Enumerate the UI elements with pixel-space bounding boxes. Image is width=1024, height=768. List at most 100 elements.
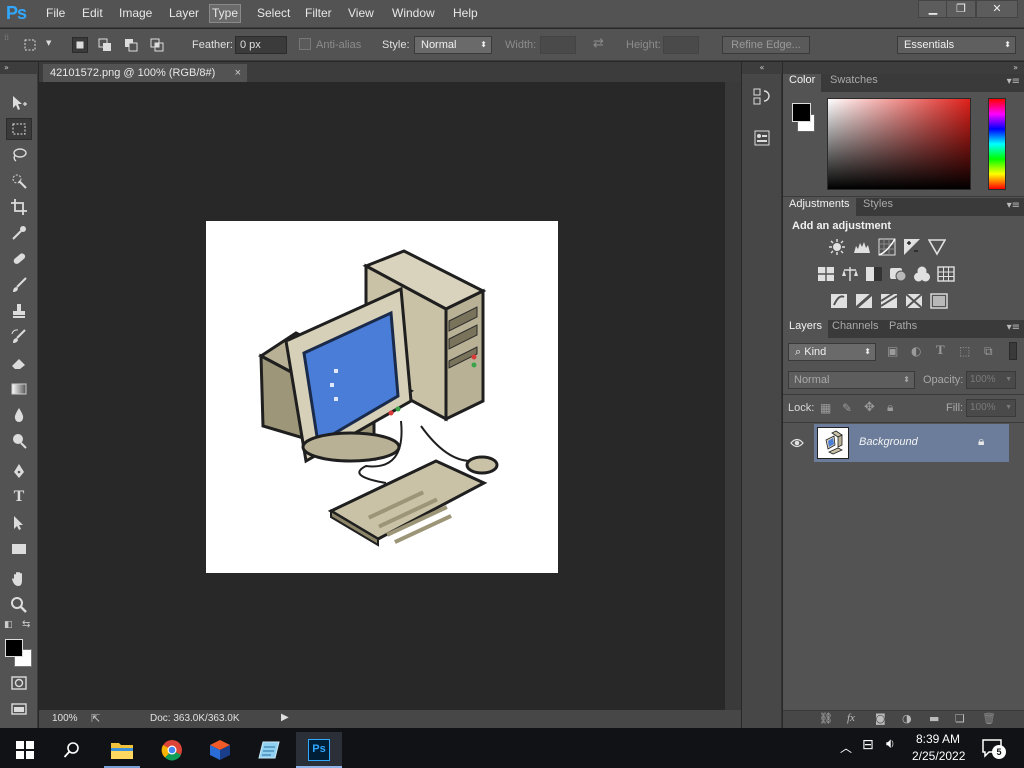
restore-button[interactable]: ❐ [946, 0, 976, 18]
healing-brush-tool[interactable] [6, 248, 32, 270]
menu-file[interactable]: File [46, 6, 65, 20]
color-balance-icon[interactable] [841, 265, 859, 283]
menu-help[interactable]: Help [453, 6, 478, 20]
new-adjustment-layer-icon[interactable]: ◑ [902, 712, 912, 725]
taskbar-notes-app[interactable] [246, 732, 292, 768]
pen-tool[interactable] [6, 460, 32, 482]
minimize-button[interactable]: ▁ [918, 0, 948, 18]
menu-edit[interactable]: Edit [82, 6, 103, 20]
gradient-tool[interactable] [6, 378, 32, 400]
close-tab-icon[interactable]: × [235, 64, 241, 82]
new-selection-icon[interactable] [72, 37, 88, 53]
menu-filter[interactable]: Filter [305, 6, 332, 20]
menu-layer[interactable]: Layer [169, 6, 199, 20]
menu-type[interactable]: Type [209, 4, 242, 23]
layer-filter-select[interactable]: ⌕ Kind ⬍ [788, 343, 876, 361]
anti-alias-checkbox[interactable] [299, 38, 311, 50]
lock-all-icon[interactable]: 🔒︎ [887, 400, 893, 415]
export-icon[interactable]: ⇱ [91, 712, 100, 725]
taskbar-3d-app[interactable] [197, 732, 243, 768]
quick-selection-tool[interactable] [6, 170, 32, 192]
vertical-scrollbar[interactable] [725, 82, 741, 710]
new-group-icon[interactable]: ▬ [929, 712, 939, 725]
menu-window[interactable]: Window [392, 6, 435, 20]
crop-tool[interactable] [6, 196, 32, 218]
hue-saturation-icon[interactable] [817, 265, 835, 283]
lock-paint-icon[interactable]: ✎ [842, 401, 852, 415]
properties-panel-icon[interactable] [752, 128, 772, 150]
new-layer-icon[interactable]: ❏ [955, 712, 965, 725]
tab-layers[interactable]: Layers [783, 320, 829, 338]
height-input[interactable] [663, 36, 699, 54]
panel-menu-icon[interactable]: ▾≡ [1007, 322, 1020, 333]
threshold-icon[interactable] [880, 292, 898, 310]
taskbar-search-button[interactable] [49, 732, 95, 768]
clone-stamp-tool[interactable] [6, 300, 32, 322]
tab-swatches[interactable]: Swatches [824, 74, 884, 92]
taskbar-photoshop[interactable]: Ps [296, 732, 342, 768]
fx-icon[interactable]: fx [847, 712, 855, 724]
blend-mode-select[interactable]: Normal ⬍ [788, 371, 915, 389]
foreground-color-swatch[interactable] [5, 639, 23, 657]
refine-edge-button[interactable]: Refine Edge... [722, 36, 810, 54]
start-button[interactable] [2, 732, 48, 768]
levels-icon[interactable] [853, 238, 871, 256]
curves-icon[interactable] [878, 238, 896, 256]
close-window-button[interactable]: ✕ [976, 0, 1018, 18]
vibrance-icon[interactable] [928, 238, 946, 256]
hue-slider[interactable] [988, 98, 1006, 190]
eraser-tool[interactable] [6, 352, 32, 374]
posterize-icon[interactable] [855, 292, 873, 310]
zoom-tool[interactable] [6, 594, 32, 616]
filter-shape-icon[interactable]: ⬚ [959, 344, 970, 358]
blur-tool[interactable] [6, 404, 32, 426]
screen-mode-button[interactable] [6, 698, 32, 720]
status-menu-arrow-icon[interactable]: ▶ [281, 712, 289, 723]
fill-input[interactable]: 100% ▼ [966, 399, 1016, 417]
history-brush-tool[interactable] [6, 326, 32, 348]
photo-filter-icon[interactable] [889, 265, 907, 283]
lock-transparent-icon[interactable]: ▦ [820, 401, 831, 415]
color-lookup-icon[interactable] [937, 265, 955, 283]
add-to-selection-icon[interactable] [97, 37, 113, 53]
path-selection-tool[interactable] [6, 512, 32, 534]
color-spectrum-field[interactable] [827, 98, 971, 190]
intersect-selection-icon[interactable] [149, 37, 165, 53]
link-layers-icon[interactable]: ⛓ [819, 712, 833, 725]
brightness-contrast-icon[interactable] [828, 238, 846, 256]
layer-visibility-toggle[interactable] [783, 424, 811, 462]
swap-dimensions-icon[interactable]: ⇄ [593, 36, 604, 51]
exposure-icon[interactable] [903, 238, 921, 256]
tab-adjustments[interactable]: Adjustments [783, 198, 856, 216]
image-canvas[interactable] [206, 194, 558, 573]
gradient-map-icon[interactable] [905, 292, 923, 310]
marquee-tool[interactable] [6, 118, 32, 140]
taskbar-file-explorer[interactable] [99, 732, 145, 768]
menu-select[interactable]: Select [257, 6, 290, 20]
black-white-icon[interactable] [865, 265, 883, 283]
filter-adjustment-icon[interactable]: ◐ [911, 344, 921, 358]
tab-paths[interactable]: Paths [883, 320, 923, 338]
volume-icon[interactable]: 🔉︎ [886, 736, 895, 752]
color-fg-swatch[interactable] [792, 103, 811, 122]
lasso-tool[interactable] [6, 144, 32, 166]
menu-view[interactable]: View [348, 6, 374, 20]
subtract-from-selection-icon[interactable] [123, 37, 139, 53]
style-select[interactable]: Normal ⬍ [414, 36, 492, 54]
swap-colors-icon[interactable]: ⇆ [22, 619, 30, 630]
default-colors-icon[interactable]: ◧ [4, 620, 13, 630]
dodge-tool[interactable] [6, 430, 32, 452]
quick-mask-button[interactable] [6, 672, 32, 694]
layer-name[interactable]: Background [859, 436, 918, 448]
workspace-select[interactable]: Essentials ⬍ [897, 36, 1016, 54]
selective-color-icon[interactable] [930, 292, 948, 310]
zoom-level[interactable]: 100% [52, 713, 78, 724]
delete-layer-icon[interactable]: 🗑︎ [982, 712, 996, 725]
tab-styles[interactable]: Styles [857, 198, 899, 216]
feather-input[interactable]: 0 px [235, 36, 287, 54]
type-tool[interactable]: T [6, 486, 32, 508]
taskbar-clock[interactable]: 8:39 AM 2/25/2022 [912, 731, 965, 765]
eyedropper-tool[interactable] [6, 222, 32, 244]
history-panel-icon[interactable] [752, 86, 772, 108]
filter-type-icon[interactable]: T [936, 342, 945, 358]
